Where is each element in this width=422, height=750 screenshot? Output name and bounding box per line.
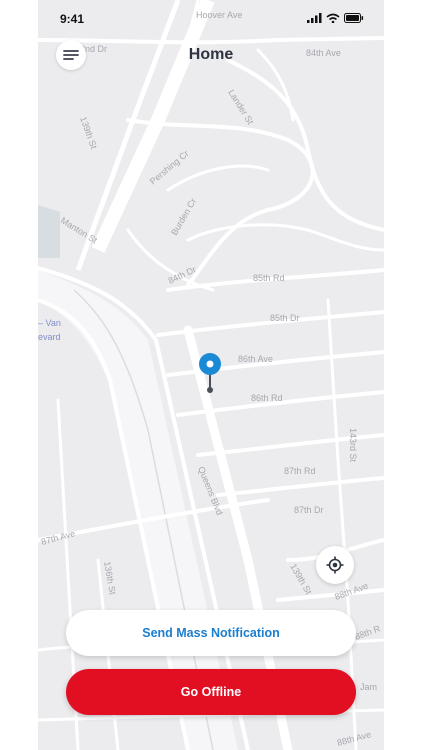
send-mass-notification-button[interactable]: Send Mass Notification <box>66 610 356 656</box>
status-time: 9:41 <box>60 12 85 26</box>
street-label: evard <box>38 332 61 342</box>
street-label: 86th Ave <box>238 354 273 364</box>
signal-icon <box>307 13 322 23</box>
street-label: 143rd St <box>348 428 358 463</box>
street-label: 87th Rd <box>284 466 316 476</box>
status-icons <box>307 13 364 23</box>
street-label: Jam <box>360 682 377 692</box>
crosshair-icon <box>326 556 344 574</box>
battery-icon <box>344 13 364 23</box>
street-label: – Van <box>38 318 61 328</box>
street-label: 85th Dr <box>270 313 300 323</box>
status-bar: 9:41 <box>38 0 384 36</box>
street-label: 86th Rd <box>251 393 283 403</box>
page-title: Home <box>188 46 234 63</box>
street-label: 87th Dr <box>294 505 324 515</box>
wifi-icon <box>326 13 340 23</box>
street-label: 85th Rd <box>253 273 285 283</box>
go-offline-button[interactable]: Go Offline <box>66 669 356 715</box>
locate-button[interactable] <box>316 546 354 584</box>
phone-screen: Hoover Ave 2nd Dr 84th Ave Lander St 139… <box>38 0 384 750</box>
